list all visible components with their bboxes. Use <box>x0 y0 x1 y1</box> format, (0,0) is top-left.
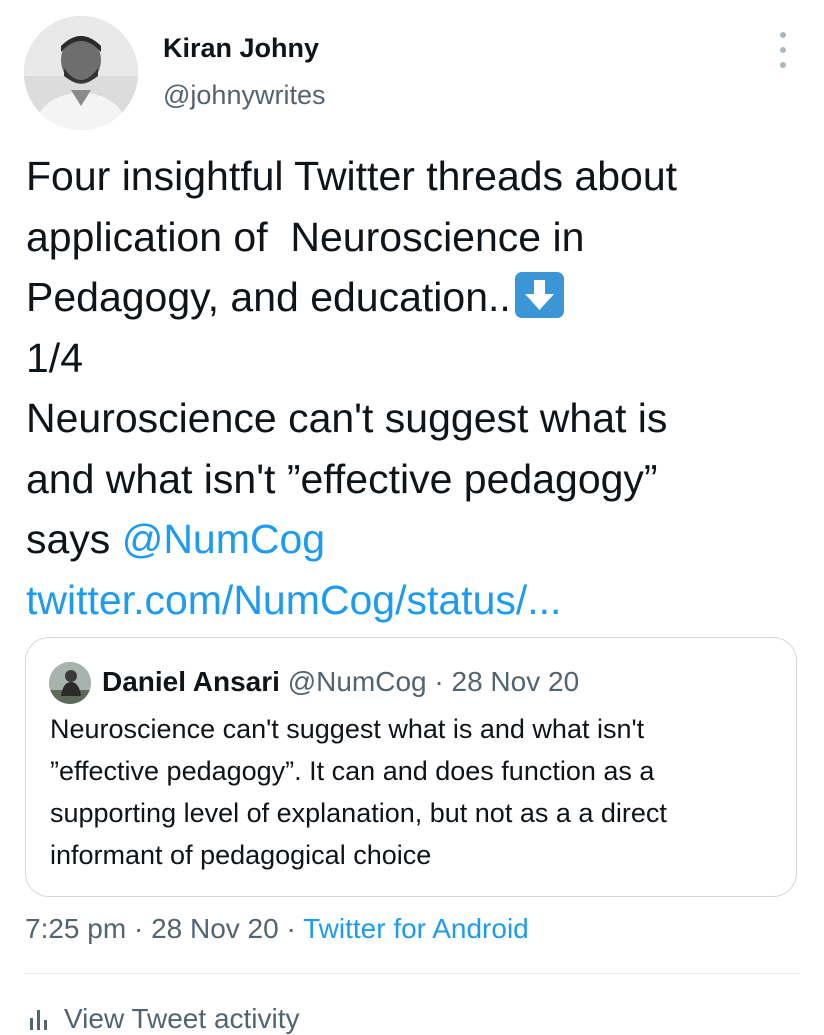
quote-header: Daniel Ansari @NumCog · 28 Nov 20 <box>102 666 579 698</box>
author-name[interactable]: Kiran Johny <box>163 33 319 64</box>
tweet-url-link[interactable]: twitter.com/NumCog/status/... <box>26 577 561 623</box>
divider <box>25 973 799 974</box>
more-options-icon[interactable] <box>770 32 796 68</box>
tweet-line-text: Pedagogy, and education.. <box>26 274 511 320</box>
quote-date: 28 Nov 20 <box>451 666 580 697</box>
tweet-line: application of Neuroscience in <box>26 213 585 260</box>
tweet-date: 28 Nov 20 <box>151 913 279 944</box>
view-tweet-activity-label: View Tweet activity <box>64 1003 300 1034</box>
tweet-line: 1/4 <box>26 334 83 381</box>
dot <box>780 47 786 53</box>
quote-line: ”effective pedagogy”. It can and does fu… <box>50 756 655 786</box>
separator: · <box>278 913 304 944</box>
dot <box>780 62 786 68</box>
tweet-time: 7:25 pm <box>25 913 127 944</box>
dot <box>780 32 786 38</box>
bar-chart-icon <box>30 1010 47 1030</box>
tweet-source-link[interactable]: Twitter for Android <box>303 913 529 944</box>
quote-author-name: Daniel Ansari <box>102 666 280 697</box>
author-handle[interactable]: @johnywrites <box>163 80 325 111</box>
tweet-line: twitter.com/NumCog/status/... <box>26 570 806 631</box>
tweet-line: Four insightful Twitter threads about <box>26 153 678 199</box>
quote-line: supporting level of explanation, but not… <box>50 798 667 828</box>
view-tweet-activity-button[interactable]: View Tweet activity <box>28 1003 300 1035</box>
mention-link[interactable]: @NumCog <box>122 516 325 562</box>
tweet-line: Neuroscience can't suggest what is <box>26 395 668 441</box>
quote-line: Neuroscience can't suggest what is and w… <box>50 714 645 744</box>
quote-author-avatar <box>49 662 91 704</box>
tweet-line: says @NumCog <box>26 509 806 570</box>
tweet-meta: 7:25 pm · 28 Nov 20 · Twitter for Androi… <box>25 913 529 945</box>
quote-author-handle: @NumCog <box>287 666 427 697</box>
tweet-line: and what isn't ”effective pedagogy” <box>26 455 658 502</box>
tweet-line-text: says <box>26 516 122 562</box>
tweet-line: Pedagogy, and education.. <box>26 267 806 328</box>
quote-line: informant of pedagogical choice <box>50 840 432 870</box>
quote-text: Neuroscience can't suggest what is and w… <box>50 708 780 876</box>
quoted-tweet-card[interactable]: Daniel Ansari @NumCog · 28 Nov 20 Neuros… <box>25 637 797 897</box>
separator: · <box>426 666 452 697</box>
author-avatar[interactable] <box>24 16 138 130</box>
separator: · <box>126 913 152 944</box>
tweet-text: Four insightful Twitter threads about ap… <box>26 146 806 630</box>
avatar-photo <box>24 16 138 130</box>
down-arrow-emoji-icon <box>514 272 564 318</box>
